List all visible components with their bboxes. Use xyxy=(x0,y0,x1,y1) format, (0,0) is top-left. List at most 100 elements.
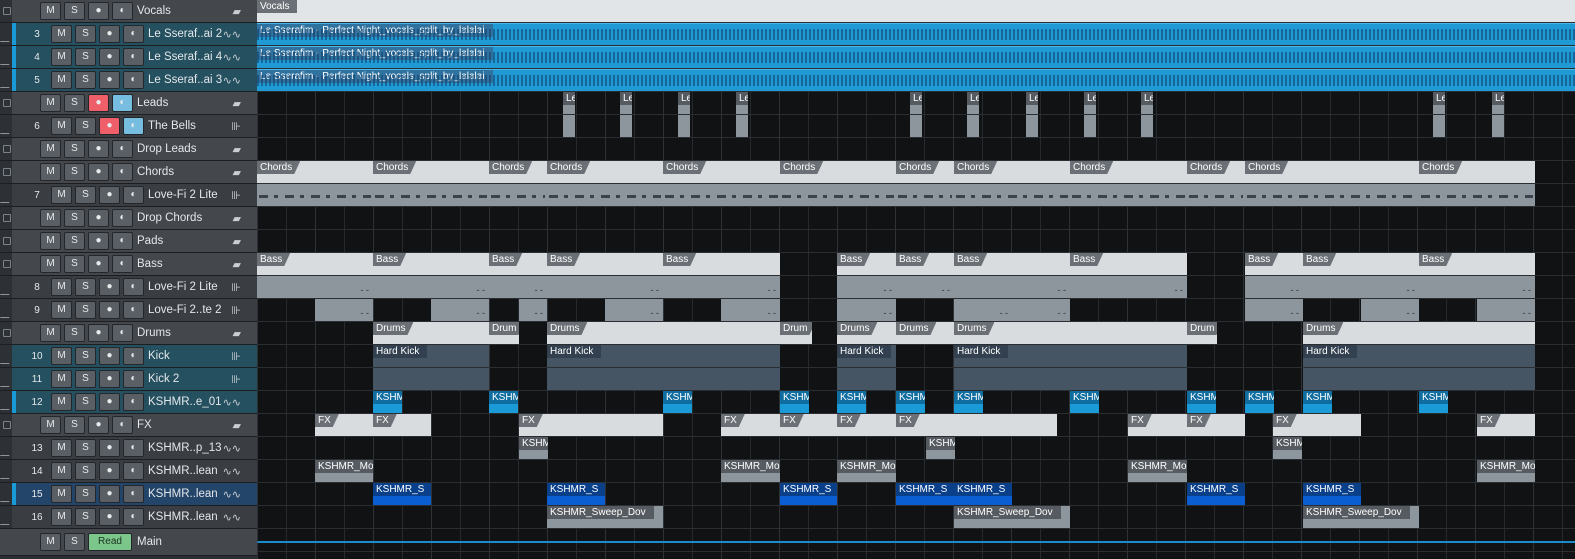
drums-folder-clip[interactable]: Drums xyxy=(373,322,489,344)
fx-folder-clip[interactable]: FX xyxy=(1477,414,1535,436)
track-name[interactable]: Kick 2 xyxy=(148,373,179,385)
record-arm-button[interactable]: ● xyxy=(88,255,109,273)
bass2-clip[interactable]: - - xyxy=(1361,299,1419,321)
bass-folder-clip[interactable]: Bass xyxy=(1245,253,1303,275)
kshmr-s-clip[interactable]: KSHMR_S xyxy=(1187,483,1245,505)
monitor-button[interactable]: ◐ xyxy=(123,439,144,457)
solo-button[interactable]: S xyxy=(75,25,96,43)
fx-folder-clip[interactable]: FX xyxy=(721,414,780,436)
monitor-button[interactable]: ◐ xyxy=(112,416,133,434)
fx-folder-clip[interactable]: FX xyxy=(1128,414,1187,436)
bass-folder-clip[interactable]: Bass xyxy=(373,253,489,275)
mute-button[interactable]: M xyxy=(51,25,72,43)
chords-folder-clip[interactable]: Chords xyxy=(1245,161,1419,183)
mute-button[interactable]: M xyxy=(51,278,72,296)
love-fi-clip[interactable] xyxy=(780,184,896,206)
monitor-button[interactable]: ◐ xyxy=(123,278,144,296)
record-arm-button[interactable]: ● xyxy=(88,94,109,112)
bass-clip[interactable]: - - xyxy=(257,276,373,298)
chords-folder-clip[interactable]: Chords xyxy=(547,161,663,183)
kshmr-sweep-clip[interactable]: KSHMR_Sweep_Dov xyxy=(1303,506,1419,528)
bass-clip[interactable]: - - xyxy=(663,276,780,298)
bass2-clip[interactable]: - - xyxy=(1245,299,1303,321)
monitor-button[interactable]: ◐ xyxy=(123,485,144,503)
kick2-clip[interactable] xyxy=(373,368,489,390)
track-name[interactable]: FX xyxy=(137,419,152,431)
automation-icon[interactable] xyxy=(0,472,14,479)
hard-kick-clip[interactable]: Hard Kick xyxy=(837,345,896,367)
bass-clip[interactable]: - - xyxy=(1303,276,1419,298)
bass-clip[interactable]: - - xyxy=(954,276,1070,298)
mute-button[interactable]: M xyxy=(51,301,72,319)
track-name[interactable]: Leads xyxy=(137,97,168,109)
kick2-clip[interactable] xyxy=(1303,368,1535,390)
track-row-t7[interactable]: 7 M S ● ◐ Love-Fi 2 Lite ⊪ xyxy=(0,184,257,207)
track-row-t3[interactable]: 3 M S ● ◐ Le Sseraf..ai 2 ∿∿ xyxy=(0,23,257,46)
track-name[interactable]: Pads xyxy=(137,235,163,247)
kshmr-hit-clip[interactable]: KSHM xyxy=(489,391,518,413)
monitor-button[interactable]: ◐ xyxy=(123,186,144,204)
fx-folder-clip[interactable]: FX xyxy=(1273,414,1361,436)
leads-clip[interactable]: Le xyxy=(1141,92,1153,114)
record-arm-button[interactable]: ● xyxy=(99,301,120,319)
monitor-button[interactable]: ◐ xyxy=(123,370,144,388)
monitor-button[interactable]: ◐ xyxy=(123,393,144,411)
mute-button[interactable]: M xyxy=(40,2,61,20)
bass-folder-clip[interactable]: Bass xyxy=(1303,253,1419,275)
monitor-button[interactable]: ◐ xyxy=(123,117,144,135)
solo-button[interactable]: S xyxy=(64,2,85,20)
love-fi-clip[interactable] xyxy=(257,184,373,206)
automation-icon[interactable] xyxy=(0,127,14,134)
mute-button[interactable]: M xyxy=(51,508,72,526)
solo-button[interactable]: S xyxy=(75,48,96,66)
kshmr-s-clip[interactable]: KSHMR_S xyxy=(896,483,954,505)
track-row-leads[interactable]: M S ● ◐ Leads ▰ xyxy=(0,92,257,115)
solo-button[interactable]: S xyxy=(75,393,96,411)
love-fi-clip[interactable] xyxy=(954,184,1070,206)
track-name[interactable]: Chords xyxy=(137,166,174,178)
bass-folder-clip[interactable]: Bass xyxy=(547,253,663,275)
monitor-button[interactable]: ◐ xyxy=(123,25,144,43)
mute-button[interactable]: M xyxy=(51,71,72,89)
main-solo-button[interactable]: S xyxy=(64,533,85,551)
track-row-fx[interactable]: M S ● ◐ FX ▰ xyxy=(0,414,257,437)
record-arm-button[interactable]: ● xyxy=(88,163,109,181)
bells-clip[interactable] xyxy=(1026,115,1038,137)
bells-clip[interactable] xyxy=(967,115,979,137)
mute-button[interactable]: M xyxy=(51,439,72,457)
bass2-clip[interactable]: - - xyxy=(519,299,547,321)
fx-folder-clip[interactable]: FX xyxy=(896,414,1057,436)
mute-button[interactable]: M xyxy=(40,94,61,112)
track-row-t6[interactable]: 6 M S ● ◐ The Bells ⊪ xyxy=(0,115,257,138)
track-name[interactable]: KSHMR..lean xyxy=(148,465,218,477)
monitor-button[interactable]: ◐ xyxy=(112,94,133,112)
expand-icon[interactable] xyxy=(3,421,11,429)
kshmr-hit-clip[interactable]: KSHM xyxy=(1419,391,1448,413)
drums-folder-clip[interactable]: Drums xyxy=(547,322,780,344)
mute-button[interactable]: M xyxy=(51,347,72,365)
mute-button[interactable]: M xyxy=(51,485,72,503)
solo-button[interactable]: S xyxy=(75,71,96,89)
mute-button[interactable]: M xyxy=(40,324,61,342)
automation-icon[interactable] xyxy=(0,380,14,387)
record-arm-button[interactable]: ● xyxy=(99,393,120,411)
expand-icon[interactable] xyxy=(3,99,11,107)
vocal-audio-clip[interactable]: Le Sserafim - Perfect Night_vocals_split… xyxy=(257,46,1575,68)
chords-folder-clip[interactable]: Chords xyxy=(257,161,373,183)
drums-folder-clip[interactable]: Drum xyxy=(489,322,519,344)
monitor-button[interactable]: ◐ xyxy=(112,324,133,342)
arrangement-view[interactable]: Vocals Le Sserafim - Perfect Night_vocals… xyxy=(257,0,1575,559)
record-arm-button[interactable]: ● xyxy=(99,25,120,43)
record-arm-button[interactable]: ● xyxy=(99,71,120,89)
fx-folder-clip[interactable]: FX xyxy=(373,414,431,436)
kshmr-hit-clip[interactable]: KSHM xyxy=(1245,391,1274,413)
mute-button[interactable]: M xyxy=(40,255,61,273)
leads-clip[interactable]: Le xyxy=(678,92,690,114)
automation-icon[interactable] xyxy=(0,196,14,203)
solo-button[interactable]: S xyxy=(75,301,96,319)
love-fi-clip[interactable] xyxy=(489,184,547,206)
chords-folder-clip[interactable]: Chords xyxy=(896,161,954,183)
bass2-clip[interactable]: - - xyxy=(605,299,663,321)
monitor-button[interactable]: ◐ xyxy=(123,71,144,89)
expand-icon[interactable] xyxy=(3,145,11,153)
